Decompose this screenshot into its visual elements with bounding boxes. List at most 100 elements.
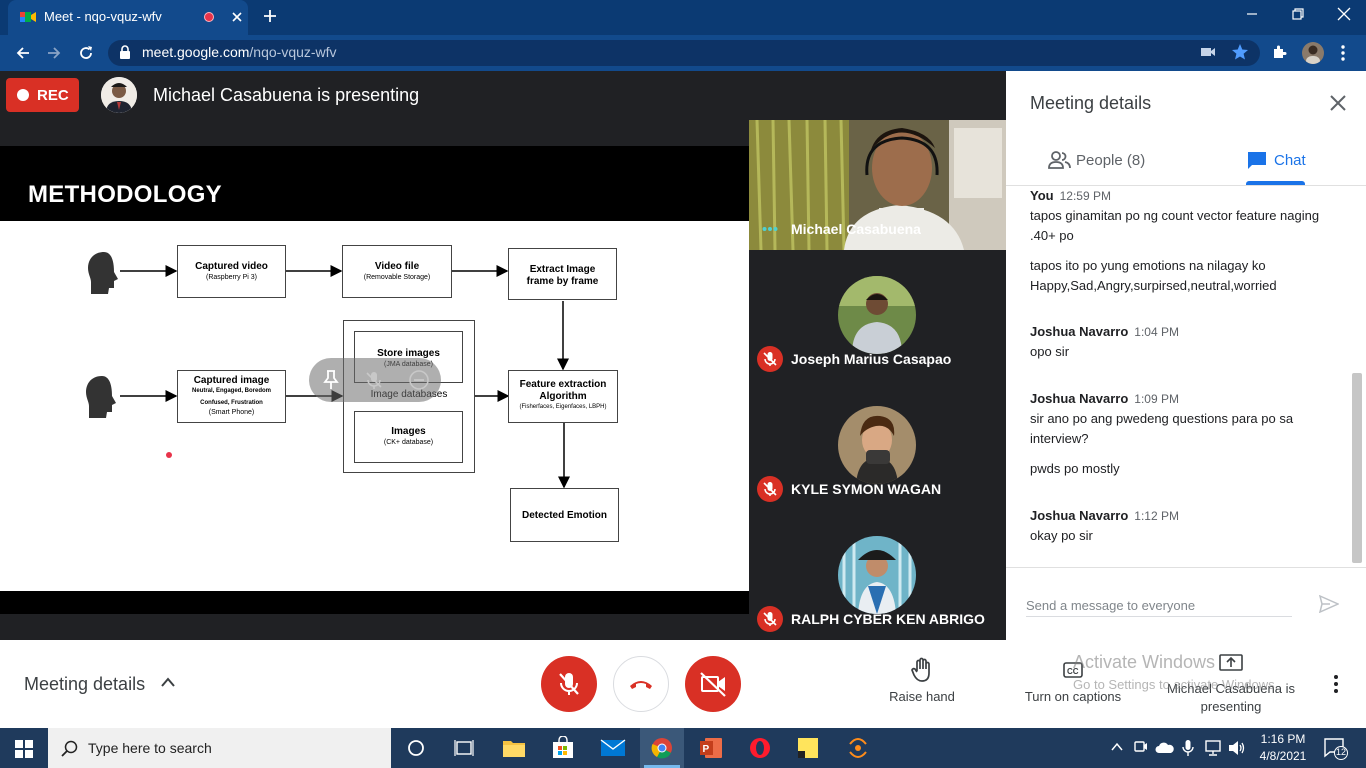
tab-chat[interactable]: Chat (1274, 152, 1306, 169)
volume-icon[interactable] (1228, 740, 1246, 756)
file-explorer-icon[interactable] (502, 737, 526, 759)
mic-off-icon (757, 606, 783, 632)
mic-off-icon (757, 476, 783, 502)
images-label: Images (391, 426, 426, 437)
show-hidden-icons-chevron-icon[interactable] (1110, 741, 1124, 753)
activate-windows-watermark: Activate Windows (1073, 652, 1216, 672)
window-close-icon[interactable] (1336, 6, 1352, 22)
lock-icon[interactable] (119, 45, 131, 59)
remove-participant-icon[interactable] (408, 369, 430, 391)
profile-avatar[interactable] (1302, 42, 1324, 64)
slide-title: METHODOLOGY (28, 181, 222, 208)
participant-name: Michael Casabuena (791, 221, 921, 237)
message-text: pwds po mostly (1030, 461, 1120, 476)
input-underline (1026, 616, 1292, 617)
hang-up-icon (630, 681, 652, 689)
captured-video-label: Captured video (195, 261, 268, 272)
restore-icon[interactable] (1290, 6, 1306, 22)
camera-in-use-icon[interactable] (1200, 45, 1216, 59)
message-text: tapos ginamitan po ng count vector featu… (1030, 208, 1320, 243)
chat-icon[interactable] (1246, 150, 1268, 172)
powerpoint-icon[interactable]: P (699, 737, 723, 759)
app-icon[interactable] (846, 736, 870, 760)
message-sender: Joshua Navarro (1030, 508, 1129, 523)
chevron-up-icon[interactable] (160, 676, 176, 688)
slide-bottom-band (0, 591, 749, 614)
captured-video-sub: (Raspberry Pi 3) (206, 274, 257, 281)
participant-avatar (838, 406, 916, 484)
meeting-details-toggle[interactable]: Meeting details (24, 674, 145, 695)
message-text: tapos ito po yung emotions na nilagay ko… (1030, 258, 1277, 293)
notification-count: 12 (1335, 747, 1346, 757)
onedrive-icon[interactable] (1155, 741, 1175, 755)
images-sub: (CK+ database) (383, 439, 434, 446)
message-time: 1:04 PM (1134, 325, 1179, 339)
taskbar-clock[interactable]: 1:16 PM 4/8/2021 (1248, 731, 1318, 765)
network-icon[interactable] (1204, 740, 1222, 756)
windows-start-icon[interactable] (15, 740, 33, 758)
extract-image-label: Extract Image frame by frame (526, 264, 599, 287)
meet-now-icon[interactable] (1133, 739, 1149, 757)
browser-tab[interactable]: Meet - nqo-vquz-wfv (8, 0, 248, 35)
new-tab-icon[interactable] (262, 8, 278, 24)
tab-close-icon[interactable] (230, 10, 244, 24)
clock-time: 1:16 PM (1260, 732, 1306, 746)
sticky-notes-icon[interactable] (797, 737, 819, 759)
mail-icon[interactable] (600, 739, 626, 757)
chrome-taskbar-button[interactable] (640, 728, 684, 768)
detected-emotion-label: Detected Emotion (521, 510, 607, 521)
mute-participant-icon[interactable] (364, 370, 384, 390)
toggle-mic-button[interactable] (541, 656, 597, 712)
more-options-icon[interactable] (1333, 674, 1339, 694)
chat-message: Joshua Navarro 1:04 PM opo sir (1030, 322, 1340, 362)
presenting-banner-text: Michael Casabuena is presenting (153, 85, 420, 105)
video-file-sub: (Removable Storage) (363, 274, 431, 281)
toggle-camera-button[interactable] (685, 656, 741, 712)
feature-extraction-sub: (Fisherfaces, Eigenfaces, LBPH) (519, 404, 607, 410)
participant-name: RALPH CYBER KEN ABRIGO (791, 611, 985, 627)
url-text[interactable]: meet.google.com/nqo-vquz-wfv (142, 44, 337, 60)
back-icon[interactable] (14, 44, 32, 62)
activate-windows-hint: Go to Settings to activate Windows. (1073, 677, 1279, 692)
reload-icon[interactable] (77, 44, 95, 62)
opera-icon[interactable] (749, 737, 771, 759)
box-extract-image: Extract Image frame by frame (508, 248, 617, 300)
message-time: 1:09 PM (1134, 392, 1179, 406)
message-text: okay po sir (1030, 528, 1093, 543)
tab-people[interactable]: People (8) (1076, 152, 1145, 169)
browser-menu-icon[interactable] (1340, 44, 1346, 62)
minimize-icon[interactable] (1244, 6, 1260, 22)
chat-scrollbar[interactable] (1352, 373, 1362, 563)
recording-badge[interactable]: REC (6, 78, 79, 112)
head-silhouette-icon (80, 374, 120, 420)
message-text: sir ano po ang pwedeng questions para po… (1030, 411, 1294, 446)
microsoft-store-icon[interactable] (552, 736, 574, 760)
send-icon[interactable] (1319, 595, 1339, 613)
cortana-icon[interactable] (407, 739, 425, 757)
participant-avatar (838, 536, 916, 614)
task-view-icon[interactable] (454, 739, 474, 757)
extensions-icon[interactable] (1271, 44, 1287, 60)
forward-icon[interactable] (45, 44, 63, 62)
chat-message: You 12:59 PM tapos ginamitan po ng count … (1030, 186, 1340, 296)
panel-title: Meeting details (1030, 93, 1152, 113)
mic-off-icon (757, 346, 783, 372)
captured-image-sub3: (Smart Phone) (208, 409, 255, 416)
close-panel-icon[interactable] (1329, 94, 1347, 112)
captured-image-sub2: Confused, Frustration (200, 400, 263, 406)
search-icon (61, 740, 79, 758)
chat-message-input[interactable]: Send a message to everyone (1026, 598, 1195, 613)
chat-message: Joshua Navarro 1:09 PM sir ano po ang pwe… (1030, 389, 1340, 479)
microphone-icon[interactable] (1182, 739, 1194, 757)
taskbar-search-placeholder[interactable]: Type here to search (88, 740, 212, 756)
speaking-dots-icon (762, 224, 778, 234)
bookmark-star-icon[interactable] (1231, 43, 1249, 61)
participant-avatar (838, 276, 916, 354)
camera-off-icon (700, 672, 726, 697)
raise-hand-label[interactable]: Raise hand (872, 689, 972, 704)
leave-call-button[interactable] (613, 656, 669, 712)
raise-hand-icon[interactable] (910, 657, 934, 683)
people-icon[interactable] (1048, 150, 1072, 170)
present-screen-icon[interactable] (1219, 654, 1243, 674)
pin-icon[interactable] (322, 369, 340, 391)
